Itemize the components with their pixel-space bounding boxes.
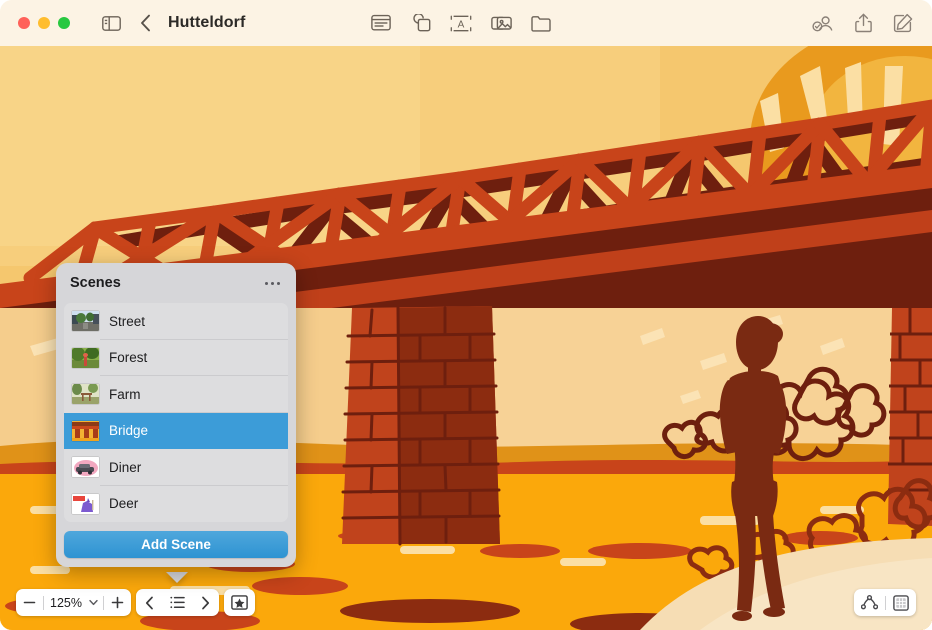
page-title: Hutteldorf <box>168 14 245 32</box>
scenes-popover: Scenes Street <box>56 263 296 567</box>
scene-label: Bridge <box>109 423 148 438</box>
popover-title: Scenes <box>70 275 121 291</box>
minimize-button[interactable] <box>38 17 50 29</box>
zoom-level-select[interactable]: 125% <box>44 596 103 610</box>
scene-thumbnail-bridge <box>72 421 99 441</box>
previous-scene-button[interactable] <box>136 589 163 616</box>
svg-text:A: A <box>458 19 465 30</box>
connections-button[interactable] <box>854 589 885 616</box>
bottom-right-toolbar <box>854 589 916 616</box>
maximize-button[interactable] <box>58 17 70 29</box>
toolbar-right-group <box>810 10 916 36</box>
list-item[interactable]: Farm <box>64 376 288 413</box>
zoom-level-value: 125% <box>44 596 86 610</box>
list-item[interactable]: Street <box>64 303 288 340</box>
text-tool-icon[interactable] <box>368 10 394 36</box>
zoom-out-button[interactable] <box>16 589 43 616</box>
favorite-control <box>224 589 255 616</box>
list-item[interactable]: Forest <box>64 340 288 377</box>
shapes-tool-icon[interactable] <box>408 10 434 36</box>
scene-label: Deer <box>109 496 138 511</box>
scene-navigation-controls <box>136 589 219 616</box>
bottom-left-toolbar: 125% <box>16 589 255 616</box>
frame-button[interactable] <box>886 589 916 616</box>
scene-list-button[interactable] <box>163 589 192 616</box>
next-scene-button[interactable] <box>192 589 219 616</box>
popover-header: Scenes <box>56 263 296 299</box>
media-tool-icon[interactable] <box>488 10 514 36</box>
collaborate-icon[interactable] <box>810 10 836 36</box>
scene-list[interactable]: Street Forest <box>64 303 288 522</box>
more-options-icon[interactable] <box>263 278 282 289</box>
view-controls <box>854 589 916 616</box>
toolbar-center-group: A <box>368 10 554 36</box>
favorite-star-button[interactable] <box>224 589 255 616</box>
close-button[interactable] <box>18 17 30 29</box>
title-bar: Hutteldorf A <box>0 0 932 46</box>
back-chevron-icon[interactable] <box>132 10 158 36</box>
scene-thumbnail-farm <box>72 384 99 404</box>
popover-tail <box>166 572 188 583</box>
compose-icon[interactable] <box>890 10 916 36</box>
scene-label: Diner <box>109 460 141 475</box>
scene-thumbnail-deer <box>72 494 99 514</box>
zoom-controls: 125% <box>16 589 131 616</box>
share-icon[interactable] <box>850 10 876 36</box>
sidebar-toggle-icon[interactable] <box>98 10 124 36</box>
traffic-lights <box>18 17 70 29</box>
app-window: Hutteldorf A <box>0 0 932 630</box>
text-box-tool-icon[interactable]: A <box>448 10 474 36</box>
scene-label: Forest <box>109 350 147 365</box>
scene-thumbnail-street <box>72 311 99 331</box>
scene-thumbnail-forest <box>72 348 99 368</box>
scene-label: Street <box>109 314 145 329</box>
scene-label: Farm <box>109 387 141 402</box>
list-item[interactable]: Diner <box>64 449 288 486</box>
chevron-down-icon <box>89 599 98 606</box>
list-item[interactable]: Deer <box>64 486 288 523</box>
scene-thumbnail-diner <box>72 457 99 477</box>
list-item-selected[interactable]: Bridge <box>64 413 288 450</box>
add-scene-button[interactable]: Add Scene <box>64 531 288 558</box>
zoom-in-button[interactable] <box>104 589 131 616</box>
folder-tool-icon[interactable] <box>528 10 554 36</box>
